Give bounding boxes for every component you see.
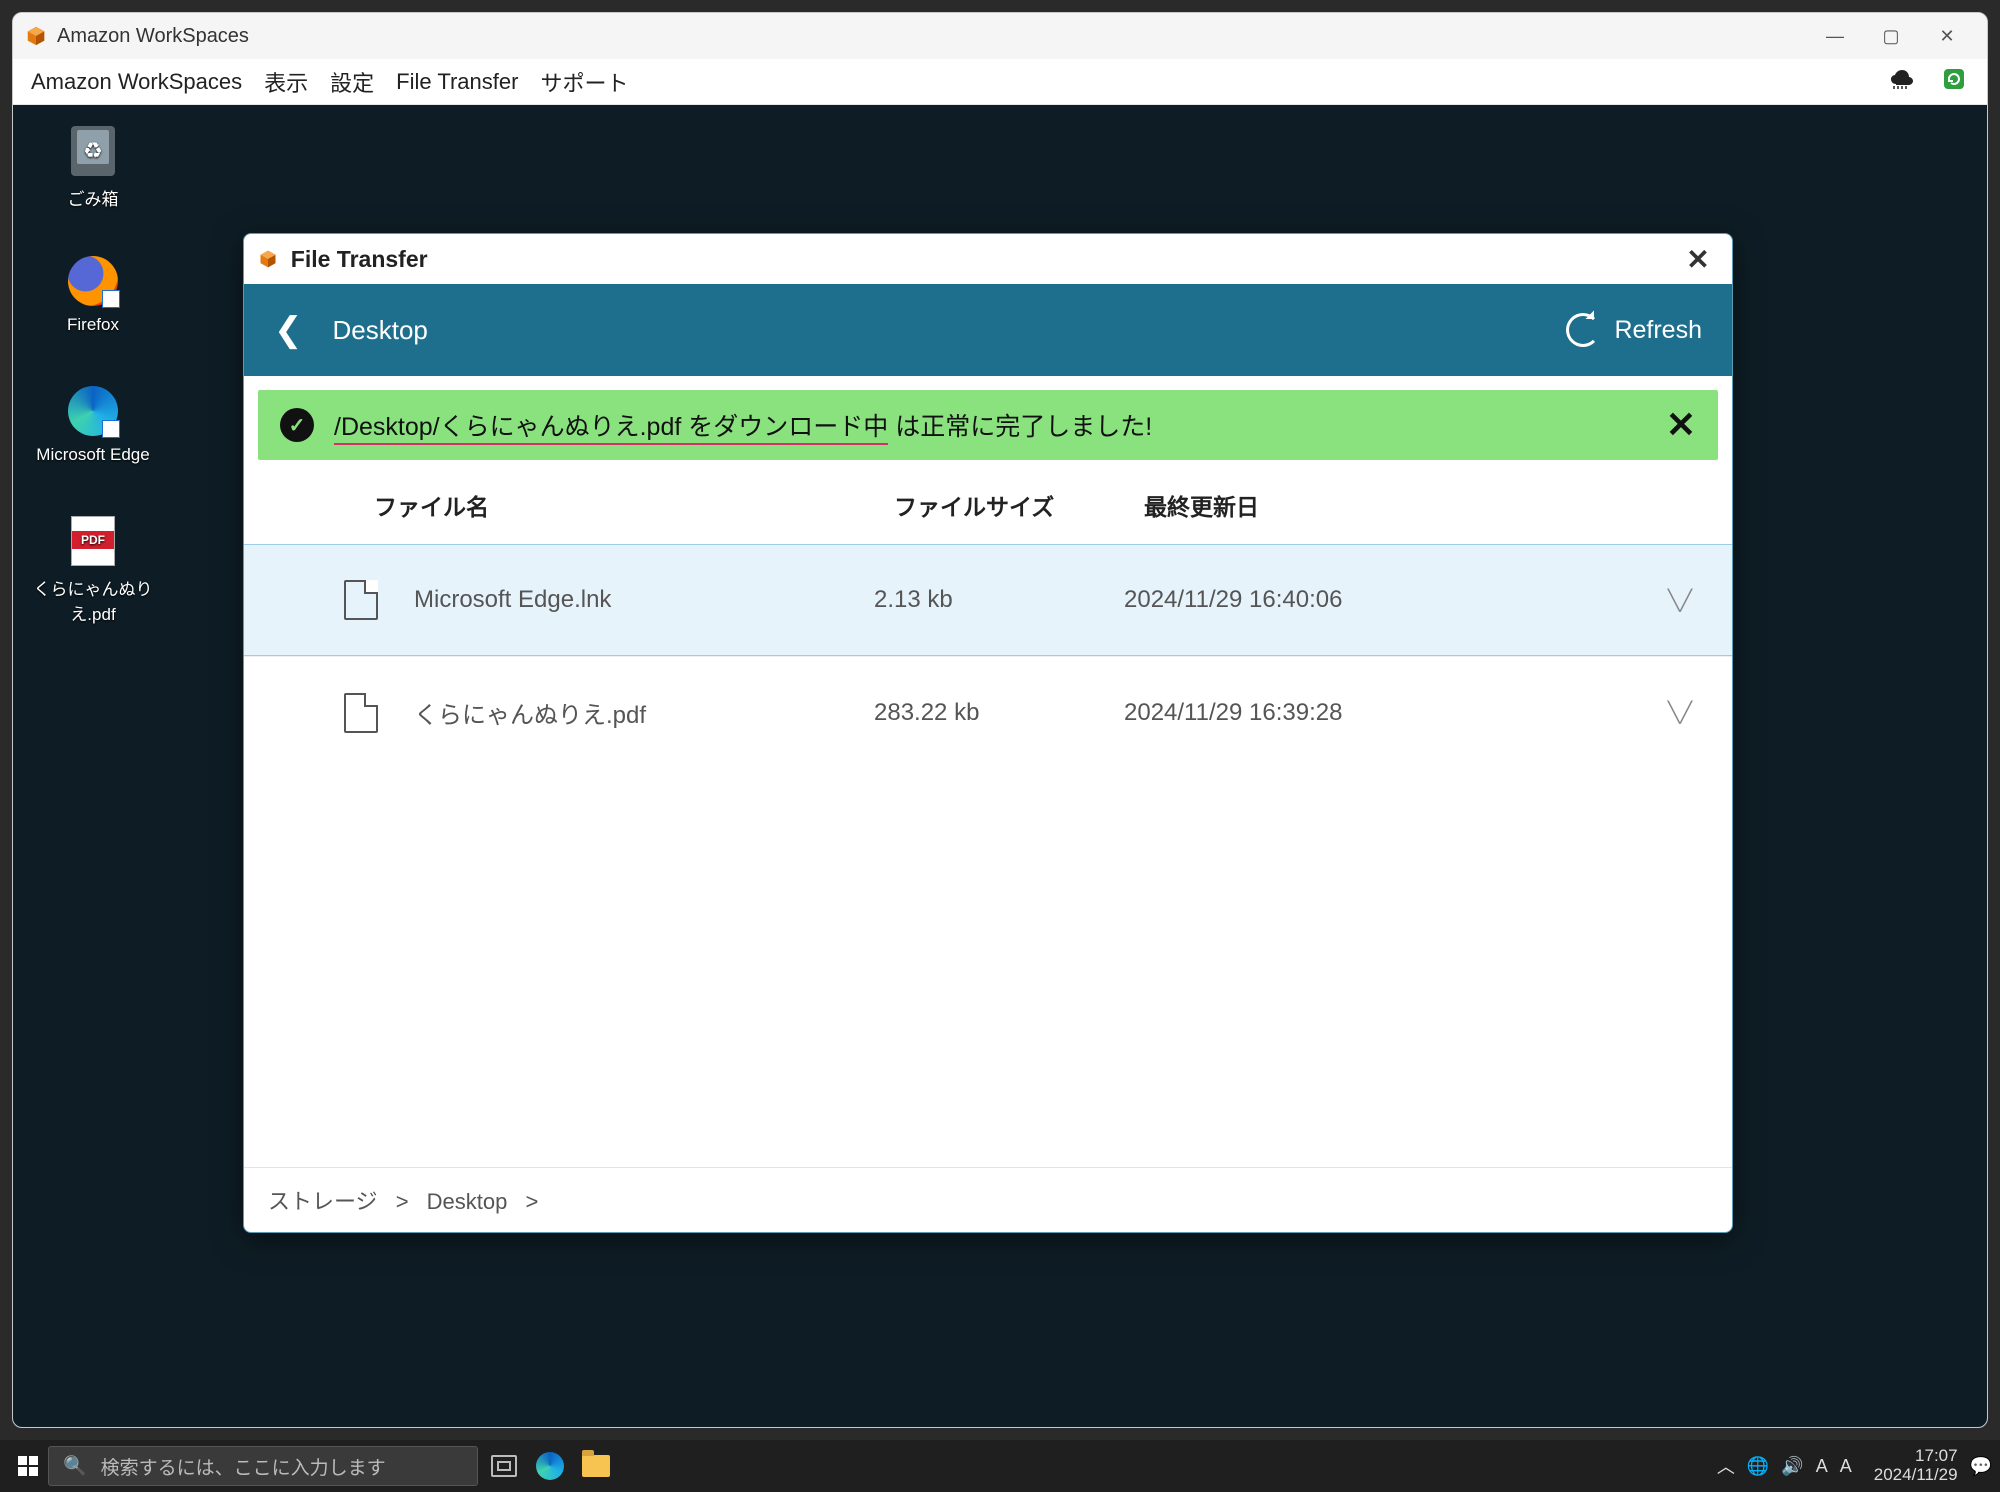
desktop-icon-firefox[interactable]: Firefox: [33, 253, 153, 335]
file-table-header: ファイル名 ファイルサイズ 最終更新日: [244, 460, 1732, 544]
column-size[interactable]: ファイルサイズ: [894, 488, 1144, 522]
clock-time: 17:07: [1874, 1447, 1958, 1466]
system-tray[interactable]: ︿ 🌐 🔊 A A 17:07 2024/11/29 💬: [1717, 1447, 1992, 1484]
ime-indicator[interactable]: A: [1816, 1456, 1828, 1477]
column-name[interactable]: ファイル名: [374, 488, 894, 522]
breadcrumb-separator: >: [396, 1189, 409, 1214]
desktop-icon-label: Firefox: [33, 315, 153, 335]
desktop-icon-edge[interactable]: Microsoft Edge: [33, 383, 153, 465]
search-placeholder: 検索するには、ここに入力します: [101, 1453, 386, 1480]
file-date: 2024/11/29 16:39:28: [1124, 699, 1668, 727]
desktop-icon-label: Microsoft Edge: [33, 445, 153, 465]
file-transfer-header: ❮ Desktop Refresh: [244, 284, 1732, 376]
firefox-icon: [65, 253, 121, 309]
taskbar-clock[interactable]: 17:07 2024/11/29: [1874, 1447, 1958, 1484]
start-button[interactable]: [8, 1446, 48, 1486]
expand-row-button[interactable]: ╲╱: [1668, 588, 1692, 613]
desktop-icon-pdf[interactable]: くらにゃんぬりえ.pdf: [23, 513, 163, 625]
clock-date: 2024/11/29: [1874, 1466, 1958, 1485]
menu-item-app[interactable]: Amazon WorkSpaces: [31, 69, 242, 95]
file-transfer-titlebar[interactable]: File Transfer ✕: [244, 234, 1732, 284]
workspaces-titlebar[interactable]: Amazon WorkSpaces — ▢ ✕: [13, 13, 1987, 59]
window-title: Amazon WorkSpaces: [57, 25, 249, 48]
menu-item-file-transfer[interactable]: File Transfer: [396, 69, 518, 95]
refresh-button[interactable]: Refresh: [1566, 313, 1702, 347]
desktop-icon-label: くらにゃんぬりえ.pdf: [23, 575, 163, 625]
minimize-button[interactable]: —: [1807, 13, 1863, 59]
ime-mode-icon[interactable]: A: [1840, 1456, 1852, 1477]
taskbar: 🔍 検索するには、ここに入力します ︿ 🌐 🔊 A A 17:07 2024/1…: [0, 1440, 2000, 1492]
file-icon: [344, 693, 378, 733]
file-size: 283.22 kb: [874, 699, 1124, 727]
status-banner: ✓ /Desktop/くらにゃんぬりえ.pdf をダウンロード中 は正常に完了し…: [258, 390, 1718, 460]
status-path: /Desktop/くらにゃんぬりえ.pdf をダウンロード中: [334, 413, 888, 445]
expand-row-button[interactable]: ╲╱: [1668, 700, 1692, 725]
success-check-icon: ✓: [280, 408, 314, 442]
breadcrumb-root[interactable]: ストレージ: [268, 1189, 378, 1214]
task-view-icon: [491, 1455, 517, 1477]
taskbar-app-edge[interactable]: [530, 1446, 570, 1486]
column-date[interactable]: 最終更新日: [1144, 488, 1692, 522]
workspaces-icon: [25, 25, 47, 47]
taskbar-app-explorer[interactable]: [576, 1446, 616, 1486]
menu-item-support[interactable]: サポート: [540, 66, 628, 98]
file-transfer-dialog: File Transfer ✕ ❮ Desktop Refresh ✓ /Des…: [243, 233, 1733, 1233]
status-message: /Desktop/くらにゃんぬりえ.pdf をダウンロード中 は正常に完了しまし…: [334, 407, 1666, 443]
status-text: は正常に完了しました!: [888, 413, 1152, 441]
volume-icon[interactable]: 🔊: [1781, 1456, 1803, 1477]
file-row[interactable]: くらにゃんぬりえ.pdf 283.22 kb 2024/11/29 16:39:…: [244, 656, 1732, 768]
file-row[interactable]: Microsoft Edge.lnk 2.13 kb 2024/11/29 16…: [244, 544, 1732, 656]
maximize-button[interactable]: ▢: [1863, 13, 1919, 59]
recycle-bin-icon: [65, 123, 121, 179]
breadcrumb-separator: >: [526, 1189, 539, 1214]
windows-icon: [18, 1456, 38, 1476]
workspaces-window: Amazon WorkSpaces — ▢ ✕ Amazon WorkSpace…: [12, 12, 1988, 1428]
back-button[interactable]: ❮: [274, 310, 303, 350]
refresh-icon: [1566, 313, 1600, 347]
desktop-icon-recycle-bin[interactable]: ごみ箱: [33, 123, 153, 210]
breadcrumb-current[interactable]: Desktop: [427, 1189, 508, 1214]
remote-desktop[interactable]: ごみ箱 Firefox Microsoft Edge くらにゃんぬりえ.pdf …: [13, 105, 1987, 1427]
current-location: Desktop: [333, 315, 428, 346]
refresh-label: Refresh: [1614, 316, 1702, 345]
menu-item-settings[interactable]: 設定: [330, 66, 374, 98]
desktop-icon-label: ごみ箱: [33, 185, 153, 210]
file-name: Microsoft Edge.lnk: [414, 586, 874, 614]
workspaces-icon: [258, 249, 278, 269]
edge-icon: [65, 383, 121, 439]
file-size: 2.13 kb: [874, 586, 1124, 614]
file-icon: [344, 580, 378, 620]
close-button[interactable]: ✕: [1919, 13, 1975, 59]
task-view-button[interactable]: [484, 1446, 524, 1486]
breadcrumb: ストレージ > Desktop >: [244, 1167, 1732, 1232]
dialog-title: File Transfer: [291, 246, 428, 273]
dismiss-banner-button[interactable]: ✕: [1666, 404, 1696, 446]
search-icon: 🔍: [63, 1454, 87, 1478]
network-icon[interactable]: 🌐: [1747, 1456, 1769, 1477]
folder-icon: [582, 1455, 610, 1477]
menu-item-view[interactable]: 表示: [264, 66, 308, 98]
tray-chevron-icon[interactable]: ︿: [1717, 1453, 1735, 1479]
cloud-status-icon[interactable]: [1887, 68, 1917, 96]
workspaces-menubar: Amazon WorkSpaces 表示 設定 File Transfer サポ…: [13, 59, 1987, 105]
refresh-status-icon[interactable]: [1939, 66, 1969, 98]
close-dialog-button[interactable]: ✕: [1678, 243, 1718, 276]
edge-icon: [536, 1452, 564, 1480]
taskbar-search[interactable]: 🔍 検索するには、ここに入力します: [48, 1446, 478, 1486]
file-name: くらにゃんぬりえ.pdf: [414, 695, 874, 730]
notifications-icon[interactable]: 💬: [1970, 1456, 1992, 1477]
pdf-file-icon: [65, 513, 121, 569]
file-date: 2024/11/29 16:40:06: [1124, 586, 1668, 614]
